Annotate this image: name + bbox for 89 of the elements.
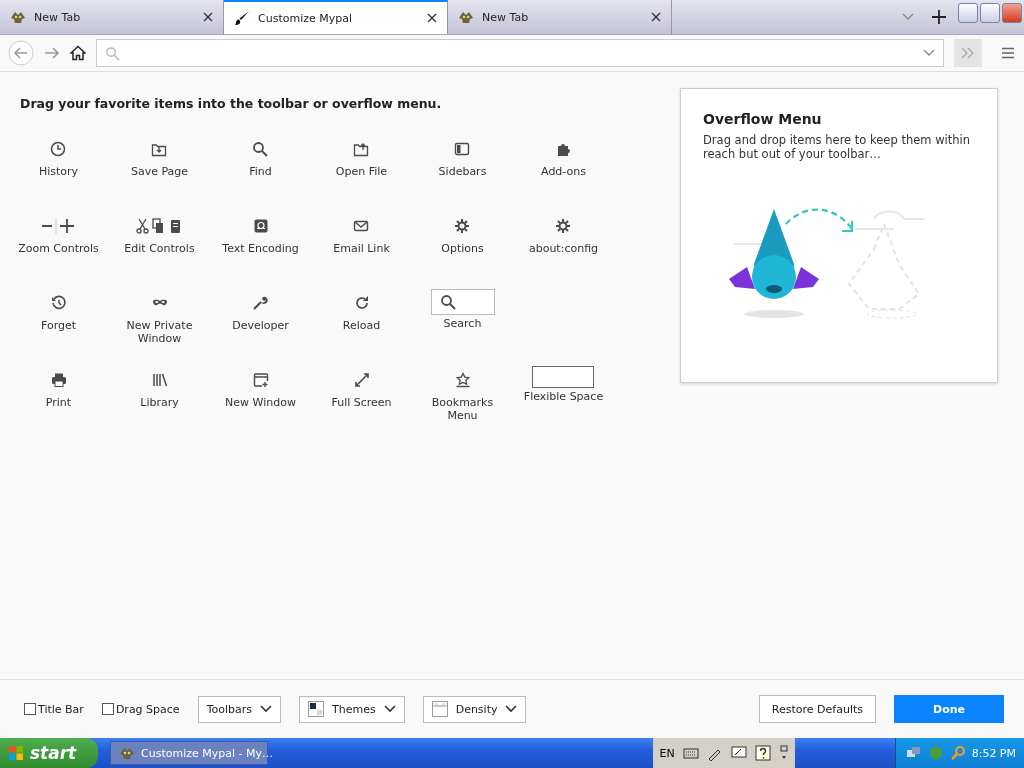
puzzle-icon	[555, 141, 572, 157]
palette-item[interactable]: New Window	[225, 366, 296, 409]
gear-icon	[454, 218, 471, 234]
printer-icon	[50, 372, 67, 388]
reload-icon	[353, 295, 370, 311]
home-icon[interactable]	[70, 45, 86, 61]
palette-item[interactable]: Sidebars	[438, 135, 487, 178]
palette-item[interactable]: History	[38, 135, 79, 178]
palette-item[interactable]: Email Link	[333, 212, 390, 255]
new-window-icon	[252, 372, 269, 388]
windows-logo-icon	[8, 745, 24, 761]
keyboard-icon[interactable]	[682, 745, 699, 761]
palette-item[interactable]: Zoom Controls	[18, 212, 99, 255]
gear-icon	[555, 218, 572, 234]
panel-description: Drag and drop items here to keep them within reach but out of your toolbar…	[703, 133, 971, 161]
checkbox[interactable]: Drag Space	[101, 702, 180, 716]
plus-icon[interactable]	[932, 10, 946, 24]
zoom-icon	[41, 218, 76, 234]
sidebar-icon	[454, 141, 471, 157]
clock-icon	[50, 141, 67, 157]
folder-download-icon	[151, 141, 168, 157]
screen-icon[interactable]	[730, 745, 747, 761]
star-icon	[454, 372, 471, 388]
minimize-button[interactable]	[958, 3, 978, 23]
edit-icons	[136, 218, 183, 234]
expand-icon	[353, 372, 370, 388]
palette-item[interactable]: Flexible Space	[523, 366, 604, 403]
restore-button[interactable]	[980, 3, 1000, 23]
palette-item[interactable]: Print	[45, 366, 72, 409]
restore-icon[interactable]	[778, 745, 789, 761]
language-indicator[interactable]: EN	[659, 746, 675, 760]
browser-tab[interactable]: Customize Mypal	[224, 0, 448, 34]
flexible-space-box	[532, 366, 595, 388]
chevron-down-icon[interactable]	[902, 13, 914, 21]
palette-item[interactable]: Edit Controls	[124, 212, 195, 255]
close-button[interactable]	[1002, 3, 1022, 23]
forward-icon[interactable]	[44, 45, 60, 61]
palette-item[interactable]: Developer	[232, 289, 289, 332]
browser-logo-icon	[458, 9, 474, 25]
browser-tab[interactable]: New Tab	[448, 0, 672, 34]
restore-button[interactable]: Restore Defaults	[758, 695, 876, 723]
checkbox[interactable]: Title Bar	[24, 702, 84, 716]
search-icon	[105, 45, 120, 61]
palette-item[interactable]: Add-ons	[541, 135, 586, 178]
done-button[interactable]: Done	[894, 695, 1004, 723]
chevron-down-icon	[505, 705, 518, 713]
palette-item[interactable]: Forget	[40, 289, 77, 332]
palette-item[interactable]: Open File	[335, 135, 388, 178]
palette-item[interactable]: Text Encoding	[222, 212, 299, 255]
palette-item[interactable]: Full Screen	[331, 366, 392, 409]
chevron-down-icon	[383, 705, 396, 713]
text-encoding-icon	[252, 218, 269, 234]
history-icon	[50, 295, 67, 311]
search-icon	[252, 141, 269, 157]
close-icon[interactable]	[427, 13, 437, 23]
library-icon	[151, 372, 168, 388]
dropdown[interactable]: Themes	[298, 695, 405, 723]
instructions-heading: Drag your favorite items into the toolbar or overflow menu.	[20, 96, 443, 111]
help-icon[interactable]	[754, 745, 771, 761]
palette-item[interactable]: Library	[140, 366, 179, 409]
palette-item[interactable]: Search	[430, 289, 495, 330]
palette-item[interactable]: Options	[441, 212, 484, 255]
double-chevron-icon	[961, 47, 975, 59]
back-icon[interactable]	[8, 40, 34, 66]
envelope-icon	[353, 218, 370, 234]
palette-item[interactable]: Save Page	[130, 135, 189, 178]
brush-icon	[234, 10, 250, 26]
palette-item[interactable]: about:config	[528, 212, 599, 255]
search-field[interactable]	[430, 289, 495, 315]
browser-logo-icon	[119, 745, 135, 761]
palette-item[interactable]: Reload	[342, 289, 381, 332]
palette-item[interactable]: Find	[249, 135, 272, 178]
search-icon	[439, 294, 456, 310]
dropdown[interactable]: Density	[422, 695, 527, 723]
menu-icon[interactable]	[1000, 45, 1016, 61]
density-icon	[431, 701, 448, 717]
chevron-down-icon	[259, 705, 272, 713]
palette-item[interactable]: Bookmarks Menu	[417, 366, 508, 422]
clock: 8:52 PM	[971, 746, 1016, 760]
palette-item[interactable]: New Private Window	[114, 289, 205, 345]
wrench-icon	[252, 295, 269, 311]
dropdown[interactable]: Toolbars	[197, 695, 281, 723]
theme-icon	[307, 701, 324, 717]
browser-logo-icon	[10, 9, 26, 25]
panel-title: Overflow Menu	[703, 111, 823, 127]
folder-upload-icon	[353, 141, 370, 157]
close-icon[interactable]	[203, 12, 213, 22]
chevron-down-icon[interactable]	[923, 49, 935, 57]
close-icon[interactable]	[651, 12, 661, 22]
